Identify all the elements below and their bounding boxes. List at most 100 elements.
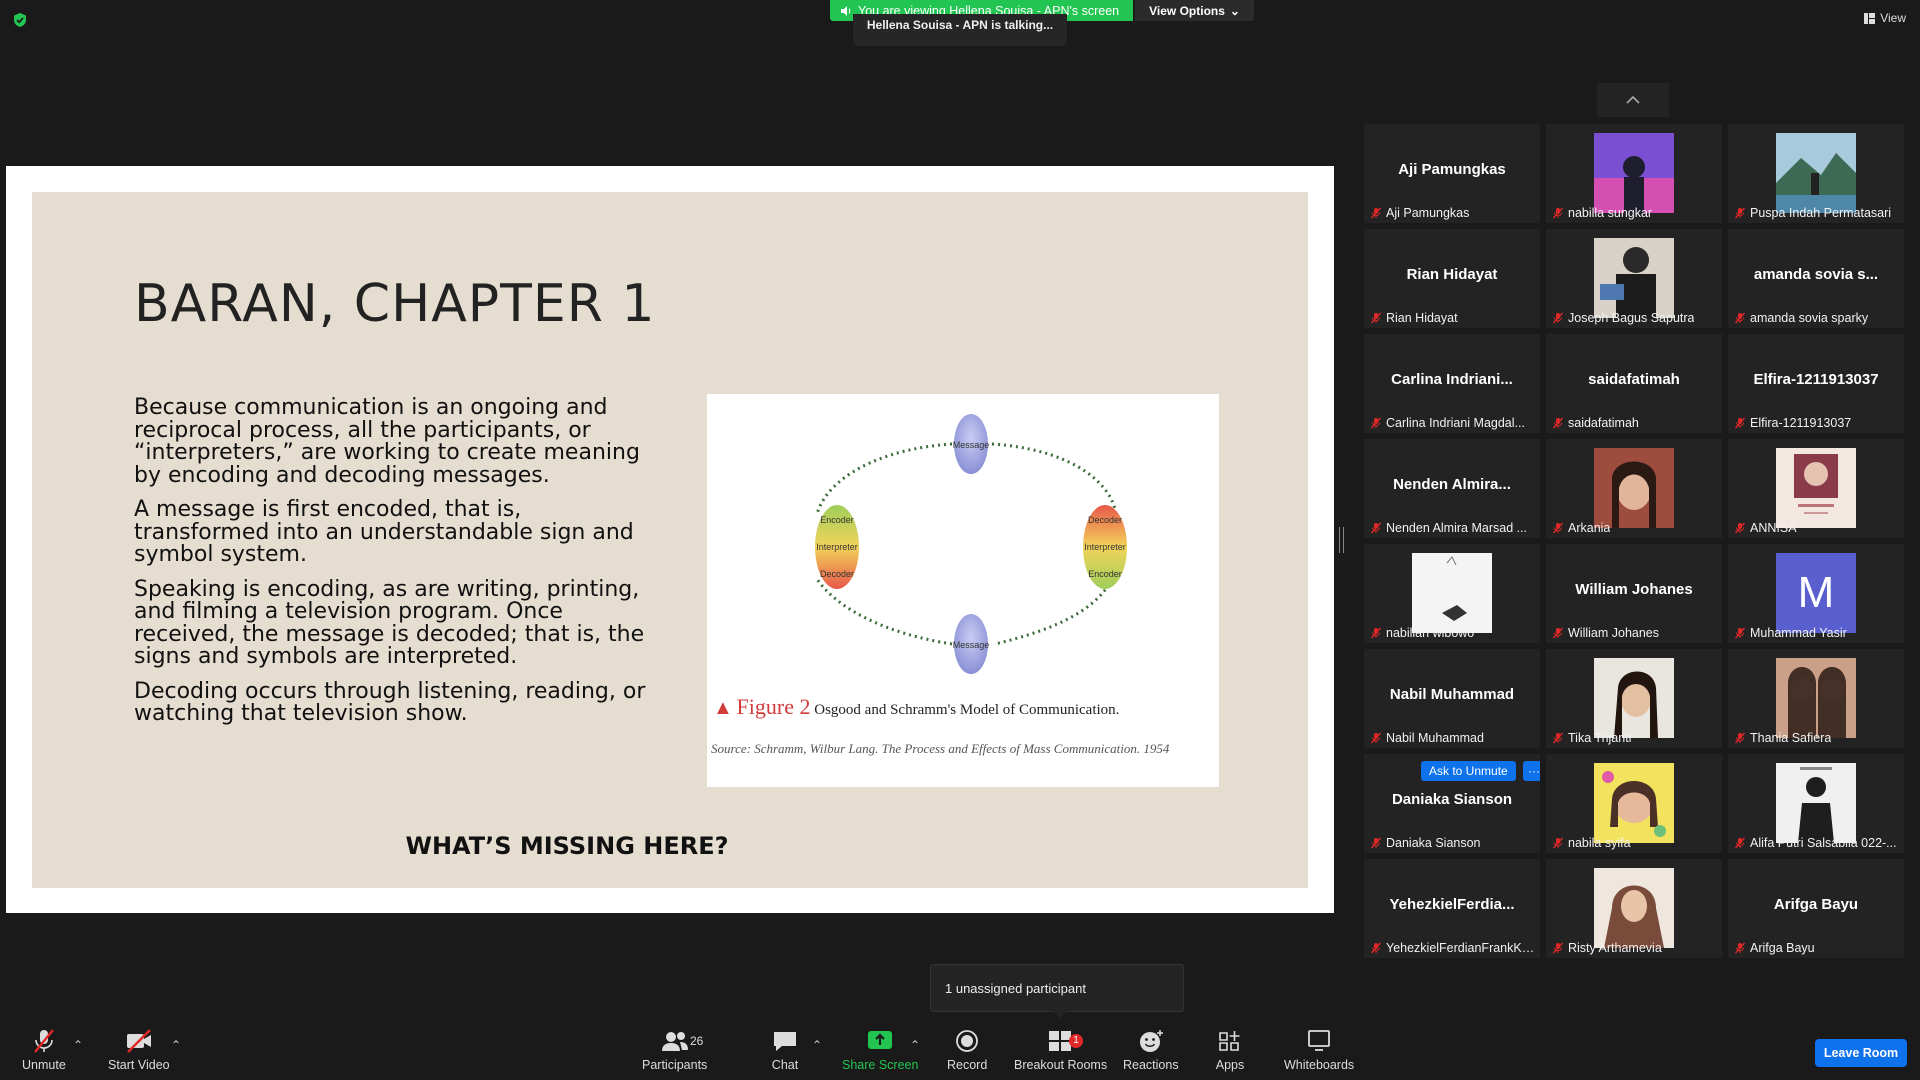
chat-label: Chat [771,1058,799,1072]
muted-mic-icon [1734,627,1746,639]
record-icon [956,1030,979,1052]
muted-mic-icon [1370,837,1382,849]
participant-tile[interactable]: ANNISA [1728,439,1904,538]
participant-name-label: Thania Safiera [1734,731,1831,745]
participant-name: Puspa Indah Permatasari [1750,206,1892,220]
apps-button[interactable]: Apps [1215,1028,1245,1072]
participant-tile[interactable]: Arkania [1546,439,1722,538]
chat-options-caret[interactable]: ⌃ [812,1038,822,1052]
view-options-label: View Options [1149,3,1225,18]
participant-name-label: saidafatimah [1552,416,1639,430]
participant-tile[interactable]: William Johanes William Johanes [1546,544,1722,643]
gallery-scroll-up-button[interactable] [1597,83,1669,117]
breakout-rooms-label: Breakout Rooms [1014,1058,1108,1072]
muted-mic-icon [1734,522,1746,534]
apps-label: Apps [1215,1058,1245,1072]
participant-tile[interactable]: Carlina Indriani... Carlina Indriani Magd… [1364,334,1540,433]
participants-count: 26 [690,1034,704,1048]
participant-tile[interactable]: Thania Safiera [1728,649,1904,748]
record-label: Record [947,1058,988,1072]
video-options-caret[interactable]: ⌃ [171,1038,181,1052]
participant-tile[interactable]: Rian Hidayat Rian Hidayat [1364,229,1540,328]
muted-mic-icon [1734,417,1746,429]
whiteboards-button[interactable]: Whiteboards [1284,1028,1354,1072]
participant-tile[interactable]: amanda sovia s... amanda sovia sparky [1728,229,1904,328]
participant-tile[interactable]: Elfira-1211913037 Elfira-1211913037 [1728,334,1904,433]
muted-mic-icon [1552,312,1564,324]
participant-video [1594,658,1674,738]
participant-name-label: Aji Pamungkas [1370,206,1469,220]
participant-tile[interactable]: M Muhammad Yasir [1728,544,1904,643]
participant-tile[interactable]: nabillah wibowo [1364,544,1540,643]
muted-mic-icon [1552,837,1564,849]
reactions-button[interactable]: Reactions [1123,1028,1179,1072]
unmute-button[interactable]: Unmute [22,1028,66,1072]
participant-display-name: Aji Pamungkas [1398,161,1506,178]
audio-options-caret[interactable]: ⌃ [73,1038,83,1052]
participant-display-name: saidafatimah [1588,371,1680,388]
smiley-icon [1139,1030,1163,1052]
breakout-rooms-button[interactable]: Breakout Rooms [1014,1028,1107,1072]
participant-name-label: Alifa Putri Salsabila 022-... [1734,836,1897,850]
unassigned-participant-tooltip: 1 unassigned participant [930,964,1184,1018]
chat-button[interactable]: Chat [770,1028,800,1072]
muted-mic-icon [1370,312,1382,324]
figure-caption: ▲ Figure 2 Osgood and Schramm's Model of… [713,694,1119,720]
model-diagram: Message Message Encoder Interpreter Deco… [815,414,1127,674]
whiteboard-icon [1308,1030,1330,1051]
participant-tile[interactable]: Joseph Bagus Saputra [1546,229,1722,328]
participant-name-label: nabila syifa [1552,836,1631,850]
view-layout-button[interactable]: View [1864,11,1906,25]
flow-arc [815,442,953,515]
participant-tile[interactable]: YehezkielFerdia... YehezkielFerdianFrankK… [1364,859,1540,958]
message-label-bottom: Message [953,640,990,650]
participant-name: amanda sovia sparky [1750,311,1869,325]
whiteboards-label: Whiteboards [1284,1058,1355,1072]
participant-tile[interactable]: Tika Trijanti [1546,649,1722,748]
participant-video [1594,763,1674,843]
breakout-badge: 1 [1069,1034,1083,1048]
participant-video [1776,133,1856,213]
share-screen-button[interactable]: Share Screen [842,1028,918,1072]
slide-paragraph: Speaking is encoding, as are writing, pr… [134,576,645,669]
participant-video [1412,553,1492,633]
decoder-label: Decoder [820,569,854,579]
slide-question: WHAT’S MISSING HERE? [405,832,729,860]
participant-name-label: nabillah wibowo [1370,626,1474,640]
more-options-button[interactable]: ··· [1523,761,1540,781]
participant-tile[interactable]: Daniaka Sianson Ask to Unmute ··· Daniaka S… [1364,754,1540,853]
participant-name: Carlina Indriani Magdal... [1386,416,1525,430]
participant-tile[interactable]: Aji Pamungkas Aji Pamungkas [1364,124,1540,223]
active-speaker-indicator: Hellena Souisa - APN is talking... [853,14,1067,46]
participant-name: William Johanes [1568,626,1660,640]
participant-tile[interactable]: Risty Arthamevia [1546,859,1722,958]
view-options-button[interactable]: View Options ⌄ [1135,0,1254,21]
participant-tile[interactable]: Puspa Indah Permatasari [1728,124,1904,223]
participant-name-label: YehezkielFerdianFrankKe... [1370,941,1538,955]
encoder-label: Encoder [820,515,854,525]
participant-name: Rian Hidayat [1386,311,1458,325]
record-button[interactable]: Record [947,1028,987,1072]
participant-tile[interactable]: Arifga Bayu Arifga Bayu [1728,859,1904,958]
muted-mic-icon [1370,207,1382,219]
leave-room-button[interactable]: Leave Room [1815,1039,1907,1067]
participant-tile[interactable]: nabila syifa [1546,754,1722,853]
participant-tile[interactable]: nabilla sungkar [1546,124,1722,223]
muted-mic-icon [1370,522,1382,534]
participant-tile[interactable]: Nenden Almira... Nenden Almira Marsad ... [1364,439,1540,538]
participants-icon [661,1032,688,1051]
participant-tile[interactable]: saidafatimah saidafatimah [1546,334,1722,433]
participant-tile[interactable]: Nabil Muhammad Nabil Muhammad [1364,649,1540,748]
participant-tile[interactable]: Alifa Putri Salsabila 022-... [1728,754,1904,853]
participant-name-label: Tika Trijanti [1552,731,1631,745]
resize-handle[interactable] [1339,527,1344,553]
encoder-label: Encoder [1088,569,1122,579]
muted-mic-icon [1734,942,1746,954]
security-shield-icon[interactable] [12,12,28,28]
participant-name-label: Risty Arthamevia [1552,941,1662,955]
muted-mic-icon [1552,627,1564,639]
share-options-caret[interactable]: ⌃ [910,1038,920,1052]
ask-to-unmute-button[interactable]: Ask to Unmute [1421,761,1516,781]
slide-paragraph: A message is first encoded, that is, tra… [134,497,634,567]
start-video-button[interactable]: Start Video [108,1028,170,1072]
